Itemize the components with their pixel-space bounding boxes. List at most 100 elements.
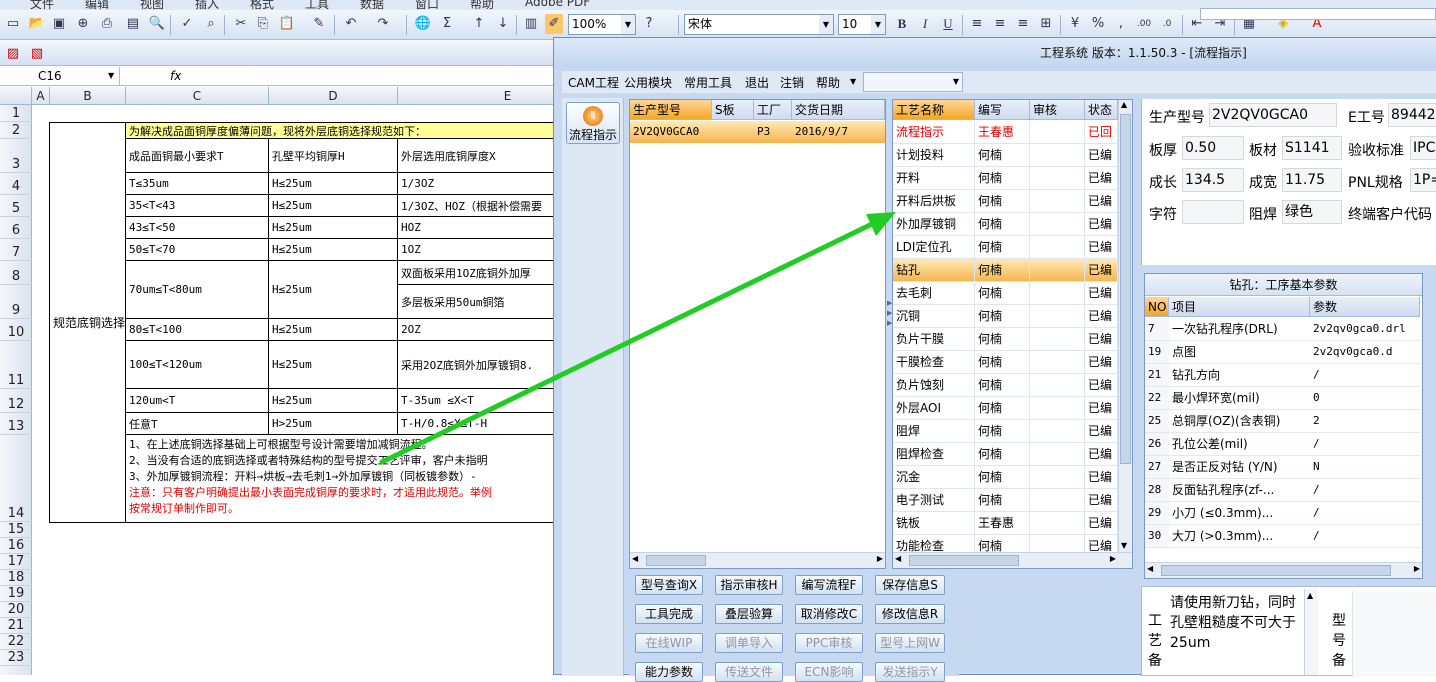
ask-question-box[interactable] xyxy=(1200,8,1436,20)
undo-icon[interactable]: ↶ xyxy=(342,14,360,34)
menu-view[interactable]: 视图 xyxy=(140,0,164,10)
column-header-a[interactable]: A xyxy=(32,87,50,105)
scroll-left-icon[interactable]: ◀ xyxy=(1147,564,1153,573)
param-row[interactable]: 21 钻孔方向 / xyxy=(1145,364,1422,387)
material-field[interactable]: S1141 xyxy=(1282,136,1342,160)
edit-info-button[interactable]: 修改信息R xyxy=(875,604,945,624)
menu-exit[interactable]: 退出 xyxy=(745,74,769,91)
row-header[interactable]: 23 xyxy=(0,650,32,666)
column-header-c[interactable]: C xyxy=(126,87,269,105)
param-row[interactable]: 28 反面钻孔程序(zf-... / xyxy=(1145,479,1422,502)
hyperlink-icon[interactable]: 🌐 xyxy=(414,14,432,34)
row-header[interactable]: 22 xyxy=(0,634,32,650)
ecn-impact-button[interactable]: ECN影响 xyxy=(795,662,863,682)
paste-icon[interactable]: 📋 xyxy=(278,14,296,34)
row-header[interactable]: 16 xyxy=(0,538,32,554)
row-header[interactable]: 20 xyxy=(0,602,32,618)
zoom-combo[interactable]: 100% ▼ xyxy=(568,14,636,35)
chevron-down-icon[interactable]: ▼ xyxy=(621,15,635,34)
menu-adobe-pdf[interactable]: Adobe PDF xyxy=(525,0,590,9)
scroll-left-icon[interactable]: ◀ xyxy=(632,554,638,563)
merge-center-icon[interactable]: ⊞ xyxy=(1037,14,1055,34)
help-icon[interactable]: ? xyxy=(640,14,658,34)
menu-tools[interactable]: 工具 xyxy=(305,0,329,10)
row-header[interactable]: 9 xyxy=(0,285,32,319)
width-field[interactable]: 11.75 xyxy=(1282,168,1342,192)
scroll-thumb[interactable] xyxy=(646,555,706,566)
process-row[interactable]: 电子测试 何楠 已编 xyxy=(893,489,1118,512)
instruction-review-button[interactable]: 指示审核H xyxy=(715,575,783,595)
column-header[interactable]: 工厂 xyxy=(754,100,792,120)
model-field[interactable]: 2V2QV0GCA0 xyxy=(1209,103,1337,127)
row-header[interactable]: 17 xyxy=(0,554,32,570)
align-center-icon[interactable]: ≡ xyxy=(991,14,1009,34)
row-header[interactable]: 7 xyxy=(0,239,32,261)
scroll-right-icon[interactable]: ▶ xyxy=(877,554,883,563)
increase-decimal-icon[interactable]: .00 xyxy=(1135,14,1153,34)
underline-button[interactable]: U xyxy=(939,14,957,34)
copy-icon[interactable]: ⎘ xyxy=(254,14,272,34)
param-row[interactable]: 22 最小焊环宽(mil) 0 xyxy=(1145,387,1422,410)
chevron-down-icon[interactable]: ▼ xyxy=(108,67,114,85)
horizontal-scrollbar[interactable]: ◀ ▶ xyxy=(893,552,1132,568)
param-row[interactable]: 26 孔位公差(mil) / xyxy=(1145,433,1422,456)
row-header[interactable]: 19 xyxy=(0,586,32,602)
row-header[interactable]: 4 xyxy=(0,173,32,195)
pdf-convert-icon[interactable]: ▨ xyxy=(4,44,22,64)
window-titlebar[interactable]: 工程系统 版本：1.1.50.3 - [流程指示] xyxy=(554,38,1436,68)
row-header[interactable]: 18 xyxy=(0,570,32,586)
row-header[interactable]: 2 xyxy=(0,122,32,139)
decrease-decimal-icon[interactable]: .0 xyxy=(1158,14,1176,34)
param-row[interactable]: 30 大刀 (>0.3mm)... / xyxy=(1145,525,1422,548)
scroll-thumb[interactable] xyxy=(909,555,1019,566)
redo-icon[interactable]: ↷ xyxy=(374,14,392,34)
menu-common-modules[interactable]: 公用模块 xyxy=(624,74,672,91)
spelling-icon[interactable]: ✓ xyxy=(178,14,196,34)
row-header[interactable]: 6 xyxy=(0,217,32,239)
sort-descending-icon[interactable]: ↓ xyxy=(494,14,512,34)
process-row[interactable]: 负片蚀刻 何楠 已编 xyxy=(893,374,1118,397)
param-row[interactable]: 19 点图 2v2qv0gca0.d xyxy=(1145,341,1422,364)
row-header[interactable]: 11 xyxy=(0,341,32,389)
cancel-edit-button[interactable]: 取消修改C xyxy=(795,604,863,624)
column-header[interactable]: 工艺名称 xyxy=(893,100,975,120)
preview-icon[interactable]: 🔍 xyxy=(148,14,166,34)
scroll-thumb[interactable] xyxy=(1120,114,1131,464)
scroll-up-icon[interactable]: ▲ xyxy=(1307,591,1313,600)
save-icon[interactable]: ▣ xyxy=(50,14,68,34)
process-row[interactable]: 阻焊检查 何楠 已编 xyxy=(893,443,1118,466)
model-online-button[interactable]: 型号上网W xyxy=(875,633,945,653)
italic-button[interactable]: I xyxy=(916,14,934,34)
row-header[interactable]: 21 xyxy=(0,618,32,634)
model-remark-text[interactable] xyxy=(1352,591,1436,677)
menu-data[interactable]: 数据 xyxy=(360,0,384,10)
vertical-scrollbar[interactable]: ▲ xyxy=(1304,589,1318,675)
thickness-field[interactable]: 0.50 xyxy=(1182,136,1244,160)
column-header[interactable]: 生产型号 xyxy=(630,100,712,120)
menu-help[interactable]: 帮助 xyxy=(470,0,494,10)
chevron-down-icon[interactable]: ▼ xyxy=(850,77,856,86)
param-row[interactable]: 29 小刀 (≤0.3mm)... / xyxy=(1145,502,1422,525)
param-row[interactable]: 27 是否正反对钻 (Y/N) N xyxy=(1145,456,1422,479)
row-header[interactable]: 1 xyxy=(0,105,32,122)
worksheet-grid[interactable]: 规范底铜选择 为解决成品面铜厚度偏薄问题，现将外层底铜选择规范如下： 成品面铜最… xyxy=(32,105,560,675)
process-remark-text[interactable]: 请使用新刀钻，同时孔壁粗糙度不可大于25um xyxy=(1170,593,1304,677)
row-header[interactable]: 10 xyxy=(0,319,32,341)
row-header[interactable]: 8 xyxy=(0,261,32,285)
process-row[interactable]: 去毛刺 何楠 已编 xyxy=(893,282,1118,305)
process-row[interactable]: 外加厚镀铜 何楠 已编 xyxy=(893,213,1118,236)
chevron-down-icon[interactable]: ▼ xyxy=(819,15,833,34)
sort-ascending-icon[interactable]: ↑ xyxy=(470,14,488,34)
pnl-field[interactable]: 1P= xyxy=(1410,168,1436,192)
font-size-combo[interactable]: 10 ▼ xyxy=(838,14,886,35)
horizontal-scrollbar[interactable]: ◀ ▶ xyxy=(630,552,885,568)
scroll-thumb[interactable] xyxy=(1161,565,1391,576)
align-right-icon[interactable]: ≡ xyxy=(1014,14,1032,34)
character-field[interactable] xyxy=(1182,200,1244,224)
online-wip-button[interactable]: 在线WIP xyxy=(635,633,703,653)
process-row[interactable]: 钻孔 何楠 已编 xyxy=(893,259,1118,282)
menu-window[interactable]: 窗口 xyxy=(415,0,439,10)
menu-help[interactable]: 帮助 xyxy=(816,74,840,91)
menu-logout[interactable]: 注销 xyxy=(780,74,804,91)
menu-format[interactable]: 格式 xyxy=(250,0,274,10)
